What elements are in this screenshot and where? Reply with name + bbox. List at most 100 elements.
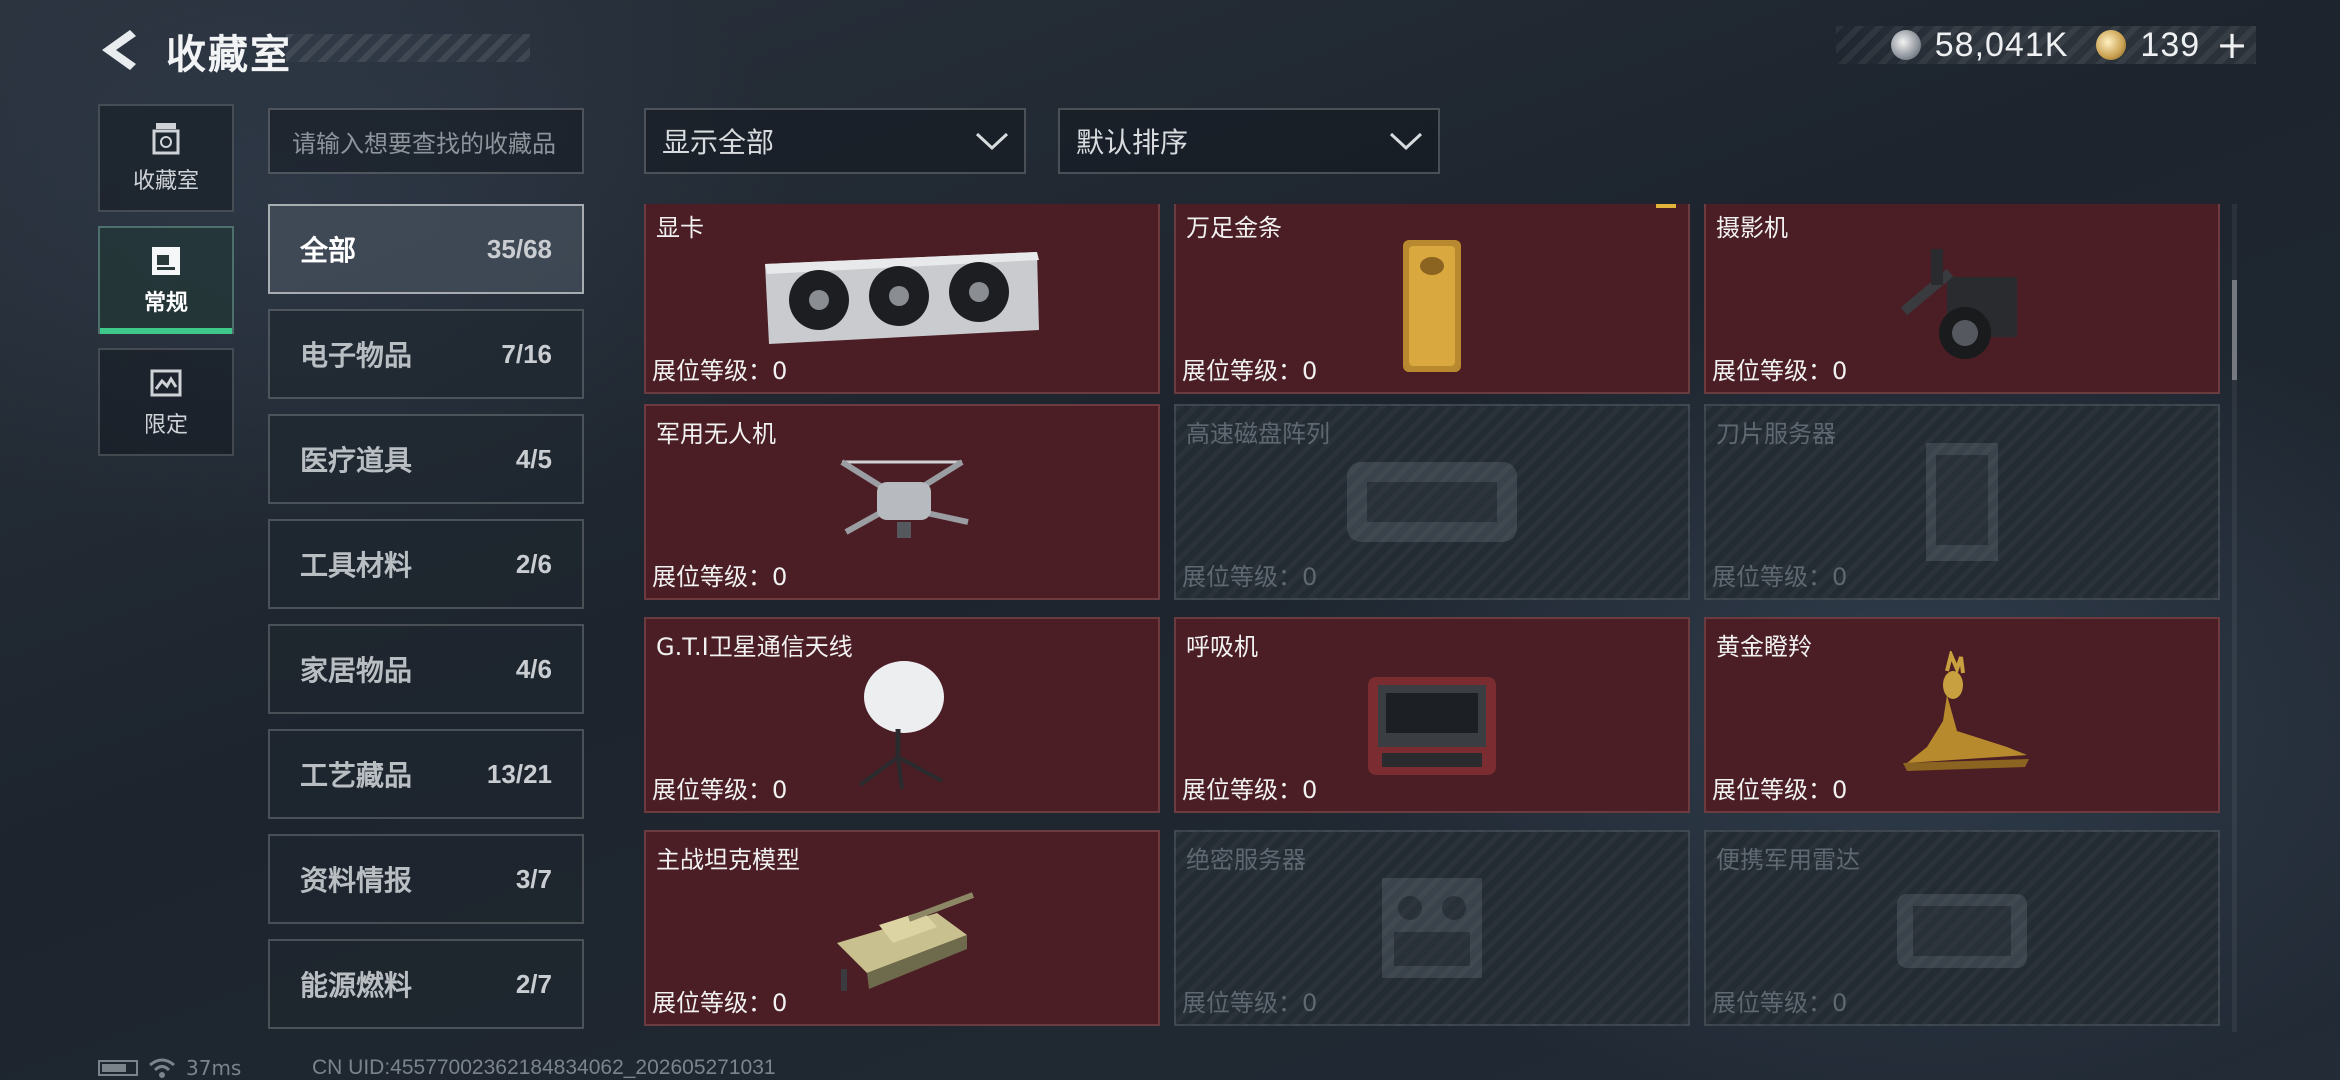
add-currency-button[interactable]: +	[2216, 23, 2248, 67]
gold-gazelle-icon	[1903, 651, 2029, 771]
blade-server-icon	[1926, 443, 1998, 561]
category-electronics[interactable]: 电子物品 7/16	[268, 309, 584, 399]
category-count: 7/16	[501, 338, 552, 369]
gold-currency-value: 139	[2140, 25, 2201, 64]
item-name: 万足金条	[1186, 214, 1282, 242]
item-level: 展位等级：0	[1182, 776, 1318, 804]
back-arrow-icon[interactable]	[96, 26, 144, 74]
item-name: 便携军用雷达	[1716, 846, 1860, 874]
silver-coin-icon	[1890, 30, 1921, 60]
category-name: 全部	[300, 234, 357, 267]
category-count: 3/7	[515, 863, 552, 894]
item-level: 展位等级：0	[1712, 989, 1848, 1017]
item-name: G.T.I卫星通信天线	[656, 633, 853, 661]
device-status: 37ms	[98, 1056, 241, 1080]
category-all[interactable]: 全部 35/68	[268, 204, 584, 294]
item-level: 展位等级：0	[652, 563, 788, 591]
display-filter-value: 显示全部	[662, 126, 775, 159]
item-card-drone[interactable]: 军用无人机 展位等级：0	[644, 404, 1160, 600]
item-name: 显卡	[656, 214, 704, 242]
category-intel[interactable]: 资料情报 3/7	[268, 834, 584, 924]
category-count: 2/6	[515, 548, 552, 579]
display-filter-dropdown[interactable]: 显示全部	[644, 108, 1026, 174]
item-card-gold-gazelle[interactable]: 黄金瞪羚 展位等级：0	[1704, 617, 2220, 813]
title-decoration	[286, 34, 530, 62]
item-name: 刀片服务器	[1716, 420, 1836, 448]
grid-scrollbar-thumb[interactable]	[2232, 280, 2237, 380]
category-household[interactable]: 家居物品 4/6	[268, 624, 584, 714]
item-name: 黄金瞪羚	[1716, 633, 1812, 661]
item-card-gold-bar[interactable]: 万足金条 展位等级：0	[1174, 204, 1690, 394]
item-level: 展位等级：0	[652, 989, 788, 1017]
item-card-graphics-card[interactable]: 显卡 展位等级：0	[644, 204, 1160, 394]
vault-icon	[152, 123, 180, 155]
item-level: 展位等级：0	[1712, 776, 1848, 804]
wifi-icon	[149, 1058, 175, 1078]
sort-dropdown[interactable]: 默认排序	[1058, 108, 1440, 174]
item-level: 展位等级：0	[1712, 563, 1848, 591]
item-level: 展位等级：0	[1712, 357, 1848, 385]
item-level: 展位等级：0	[652, 776, 788, 804]
active-tab-indicator	[100, 328, 232, 334]
limited-icon	[150, 369, 182, 397]
collection-grid: 显卡 展位等级：0 万足金条 展位等级：0 摄影机 展位等级：0 军用无人机 展…	[640, 204, 2220, 1032]
ventilator-icon	[1368, 677, 1496, 775]
category-name: 工艺藏品	[300, 759, 413, 792]
item-level: 展位等级：0	[1182, 357, 1318, 385]
item-level: 展位等级：0	[652, 357, 788, 385]
item-name: 主战坦克模型	[656, 846, 800, 874]
item-card-disk-array[interactable]: 高速磁盘阵列 展位等级：0	[1174, 404, 1690, 600]
category-name: 工具材料	[300, 549, 413, 582]
category-fuel[interactable]: 能源燃料 2/7	[268, 939, 584, 1029]
category-name: 医疗道具	[300, 444, 413, 477]
category-count: 4/6	[515, 653, 552, 684]
category-count: 35/68	[486, 233, 552, 264]
item-name: 高速磁盘阵列	[1186, 420, 1330, 448]
chevron-down-icon	[1389, 132, 1423, 151]
item-card-secret-server[interactable]: 绝密服务器 展位等级：0	[1174, 830, 1690, 1026]
category-name: 资料情报	[300, 864, 413, 897]
tab-limited[interactable]: 限定	[98, 348, 234, 456]
category-medical[interactable]: 医疗道具 4/5	[268, 414, 584, 504]
battery-icon	[98, 1060, 138, 1076]
item-name: 绝密服务器	[1186, 846, 1306, 874]
item-card-blade-server[interactable]: 刀片服务器 展位等级：0	[1704, 404, 2220, 600]
sort-value: 默认排序	[1076, 126, 1189, 159]
currency-bar: 58,041K 139 +	[1836, 23, 2256, 67]
portable-radar-icon	[1897, 894, 2027, 968]
regular-icon	[152, 247, 180, 275]
secret-server-icon	[1382, 878, 1482, 978]
tab-regular[interactable]: 常规	[98, 226, 234, 334]
tab-regular-label: 常规	[143, 291, 188, 316]
category-name: 家居物品	[300, 654, 413, 687]
satellite-antenna-icon	[858, 661, 944, 790]
category-tools[interactable]: 工具材料 2/6	[268, 519, 584, 609]
graphics-card-icon	[765, 252, 1039, 344]
category-crafts[interactable]: 工艺藏品 13/21	[268, 729, 584, 819]
item-name: 呼吸机	[1186, 633, 1258, 661]
disk-array-icon	[1347, 462, 1517, 542]
item-name: 军用无人机	[656, 420, 776, 448]
category-count: 13/21	[486, 758, 552, 789]
item-level: 展位等级：0	[1182, 989, 1318, 1017]
category-name: 电子物品	[300, 339, 413, 372]
category-name: 能源燃料	[300, 969, 413, 1002]
chevron-down-icon	[975, 132, 1009, 151]
item-card-ventilator[interactable]: 呼吸机 展位等级：0	[1174, 617, 1690, 813]
drone-icon	[840, 459, 969, 538]
item-card-camera[interactable]: 摄影机 展位等级：0	[1704, 204, 2220, 394]
gold-coin-icon	[2096, 30, 2127, 60]
ping-value: 37ms	[186, 1056, 242, 1080]
silver-currency-value: 58,041K	[1934, 25, 2069, 64]
item-card-satellite-antenna[interactable]: G.T.I卫星通信天线 展位等级：0	[644, 617, 1160, 813]
gold-bar-icon	[1403, 240, 1461, 372]
tab-limited-label: 限定	[143, 413, 188, 438]
item-card-portable-radar[interactable]: 便携军用雷达 展位等级：0	[1704, 830, 2220, 1026]
camera-icon	[1900, 249, 2017, 359]
search-input[interactable]: 请输入想要查找的收藏品	[268, 108, 584, 174]
tab-vault-label: 收藏室	[132, 169, 199, 194]
tank-model-icon	[837, 892, 975, 991]
tab-vault[interactable]: 收藏室	[98, 104, 234, 212]
item-card-tank-model[interactable]: 主战坦克模型 展位等级：0	[644, 830, 1160, 1026]
player-uid: CN UID:4557700236218483406​2_20260527103…	[312, 1056, 776, 1079]
